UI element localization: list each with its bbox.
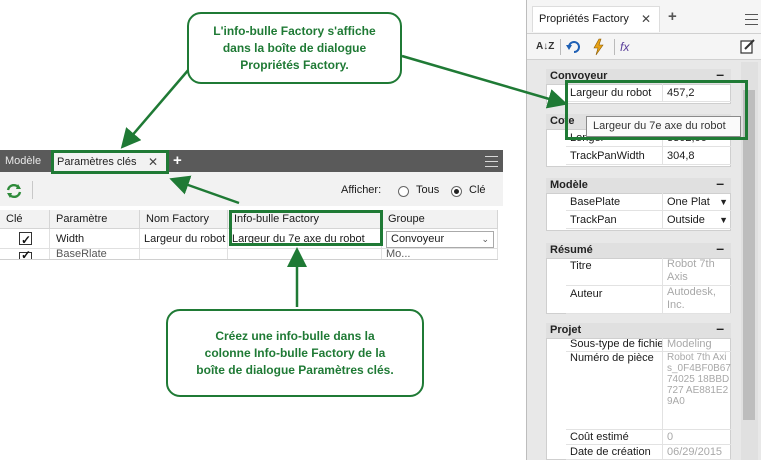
property-label: BasePlate (566, 193, 663, 211)
tab-factory-properties-label: Propriétés Factory (539, 13, 629, 25)
column-header-factory-name[interactable]: Nom Factory (140, 210, 228, 229)
section-model-header[interactable]: Modèle – (546, 176, 731, 193)
refresh-icon[interactable] (5, 183, 23, 199)
toolbar-divider (614, 39, 615, 55)
callout-line: dans la boîte de dialogue (222, 40, 367, 55)
show-key-label: Clé (469, 184, 486, 196)
grid-cutoff (0, 259, 498, 260)
dropdown-arrow-icon[interactable]: ▼ (719, 193, 728, 210)
toolbar-divider (560, 39, 561, 55)
section-summary-header[interactable]: Résumé – (546, 241, 731, 258)
tab-model[interactable]: Modèle (0, 150, 48, 172)
property-value[interactable]: 06/29/2015 (663, 445, 731, 460)
show-label: Afficher: (341, 184, 382, 196)
property-value[interactable]: Modeling (663, 338, 731, 352)
column-header-group[interactable]: Groupe (382, 210, 498, 229)
parameter-cell: Width (50, 229, 140, 249)
close-icon[interactable]: ✕ (641, 7, 651, 31)
sort-az-icon[interactable]: A↓Z (536, 38, 554, 56)
section-title: Modèle (550, 179, 588, 191)
show-all-label: Tous (416, 184, 440, 196)
highlight-property-tooltip (565, 80, 748, 140)
chevron-down-icon: ⌄ (481, 234, 489, 244)
callout-line: Propriétés Factory. (240, 57, 349, 72)
undo-icon[interactable] (566, 39, 582, 55)
property-label: Date de création (566, 445, 663, 460)
callout-factory-tooltip-displayed: L'info-bulle Factory s'affiche dans la b… (187, 12, 402, 84)
property-label: TrackPan (566, 211, 663, 229)
collapse-icon[interactable]: – (716, 176, 724, 191)
property-value[interactable]: 0 (663, 430, 731, 445)
property-label: Auteur (566, 286, 663, 314)
add-tab-button[interactable]: + (173, 150, 187, 172)
key-checkbox[interactable] (19, 230, 32, 248)
section-title: Résumé (550, 244, 593, 256)
highlight-key-parameters-tab (51, 150, 169, 174)
formula-icon[interactable]: fx (620, 38, 629, 56)
property-label: Titre (566, 258, 663, 286)
callout-line: colonne Info-bulle Factory de la (204, 345, 386, 360)
toolbar-divider (32, 181, 33, 199)
section-project-header[interactable]: Projet – (546, 321, 731, 338)
section-title: Projet (550, 324, 582, 336)
callout-line: boîte de dialogue Paramètres clés. (196, 362, 394, 377)
show-all-radio[interactable] (398, 186, 409, 197)
column-header-key[interactable]: Clé (0, 210, 50, 229)
show-key-radio[interactable] (451, 186, 462, 197)
edit-icon[interactable] (740, 38, 756, 54)
property-value[interactable]: Autodesk, Inc. (663, 286, 731, 314)
property-value: Outside (667, 214, 705, 226)
menu-icon[interactable] (745, 14, 758, 25)
tab-factory-properties[interactable]: Propriétés Factory ✕ (532, 6, 660, 32)
dropdown-arrow-icon[interactable]: ▼ (719, 211, 728, 228)
collapse-icon[interactable]: – (716, 321, 724, 336)
property-label: Coût estimé (566, 430, 663, 445)
lightning-icon[interactable] (590, 38, 608, 56)
property-label: TrackPanWidth (566, 147, 663, 165)
property-label: Sous-type de fichie (566, 338, 663, 352)
property-value[interactable]: Robot 7th Axis_0F4BF0B6774025 18BBD727 A… (663, 352, 731, 430)
property-value: One Plat (667, 196, 710, 208)
highlight-tooltip-column (229, 210, 383, 246)
factory-name-cell[interactable]: Largeur du robot (140, 229, 228, 249)
property-dropdown[interactable]: One Plat ▼ (663, 193, 731, 211)
collapse-icon[interactable]: – (716, 241, 724, 256)
table-row-key-cell (0, 229, 50, 249)
group-dropdown[interactable]: Convoyeur ⌄ (386, 231, 494, 248)
properties-toolbar (527, 34, 761, 60)
callout-line: L'info-bulle Factory s'affiche (213, 23, 376, 38)
property-label: Numéro de pièce (566, 352, 663, 430)
column-header-parameter[interactable]: Paramètre (50, 210, 140, 229)
add-tab-button[interactable]: + (668, 8, 677, 25)
callout-line: Créez une info-bulle dans la (215, 328, 375, 343)
callout-create-tooltip: Créez une info-bulle dans la colonne Inf… (166, 309, 424, 397)
group-dropdown-value: Convoyeur (391, 233, 445, 245)
property-dropdown[interactable]: Outside ▼ (663, 211, 731, 229)
arrow-to-tab (120, 67, 191, 149)
property-value[interactable]: 304,8 (663, 147, 731, 165)
property-value[interactable]: Robot 7th Axis (663, 258, 731, 286)
menu-icon[interactable] (485, 156, 498, 167)
